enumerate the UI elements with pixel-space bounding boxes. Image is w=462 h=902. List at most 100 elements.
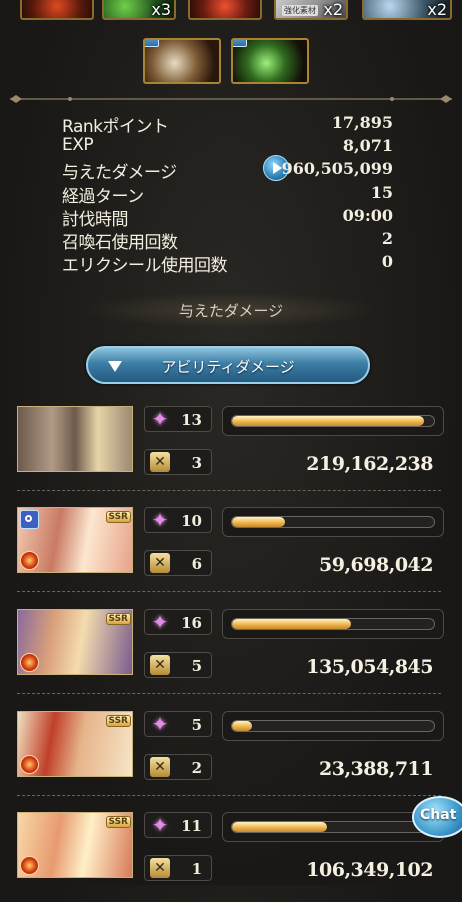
swords-icon: ✕ bbox=[150, 553, 170, 573]
chat-button[interactable]: Chat bbox=[412, 796, 462, 838]
charge-attack-count: ✦ 10 bbox=[144, 507, 212, 533]
sparkle-icon: ✦ bbox=[151, 610, 169, 634]
damage-bar-track bbox=[231, 516, 435, 528]
character-row: SSR ✦ 11 ✕ 1 106,349,102 bbox=[17, 812, 445, 902]
result-stats: Rankポイント 17,895 EXP 8,071 与えたダメージ 960,50… bbox=[62, 112, 396, 277]
character-row: SSR ✦ 5 ✕ 2 23,388,711 bbox=[17, 711, 445, 801]
damage-bar bbox=[222, 609, 444, 639]
character-portrait[interactable]: SSR bbox=[17, 609, 133, 675]
swords-icon: ✕ bbox=[150, 757, 170, 777]
damage-bar-fill bbox=[232, 721, 253, 731]
stat-label: Rankポイント bbox=[62, 117, 169, 137]
stat-value: 17,895 bbox=[331, 113, 393, 132]
stat-elixir-uses: エリクシール使用回数 0 bbox=[62, 251, 396, 277]
fire-element-icon bbox=[20, 856, 39, 875]
reward-tag: 強化素材 bbox=[282, 5, 318, 16]
charge-attack-count: ✦ 16 bbox=[144, 609, 212, 635]
row-divider bbox=[17, 693, 441, 694]
skill-value: 1 bbox=[191, 860, 202, 878]
charge-attack-value: 10 bbox=[181, 512, 202, 530]
damage-bar-track bbox=[231, 415, 435, 427]
charge-attack-count: ✦ 11 bbox=[144, 812, 212, 838]
damage-bar-track bbox=[231, 720, 435, 732]
sparkle-icon: ✦ bbox=[151, 712, 169, 736]
swords-icon: ✕ bbox=[150, 858, 170, 878]
damage-value: 106,349,102 bbox=[306, 859, 433, 881]
reward-qty: x2 bbox=[323, 0, 343, 19]
character-portrait[interactable]: SSR bbox=[17, 711, 133, 777]
skill-value: 6 bbox=[191, 555, 202, 573]
stat-value: 8,071 bbox=[342, 136, 393, 156]
stat-label: EXP bbox=[62, 135, 94, 156]
stat-value: 0 bbox=[381, 252, 393, 272]
reward-item[interactable] bbox=[20, 0, 94, 20]
charge-attack-count: ✦ 5 bbox=[144, 711, 212, 737]
treasure-chest-icon bbox=[145, 40, 159, 47]
skill-count: ✕ 6 bbox=[144, 550, 212, 576]
damage-bar bbox=[222, 507, 444, 537]
reward-item[interactable] bbox=[188, 0, 262, 20]
character-portrait[interactable] bbox=[17, 406, 133, 472]
stat-label: エリクシール使用回数 bbox=[62, 256, 228, 277]
reward-item[interactable]: x3 bbox=[102, 0, 176, 20]
damage-value: 135,054,845 bbox=[306, 656, 433, 678]
ssr-badge: SSR bbox=[105, 715, 131, 727]
damage-bar-fill bbox=[232, 822, 327, 832]
character-row: SSR ✦ 10 ✕ 6 59,698,042 bbox=[17, 507, 445, 597]
stat-damage-dealt: 与えたダメージ 960,505,099 bbox=[62, 155, 396, 184]
fire-element-icon bbox=[20, 551, 39, 570]
skill-value: 5 bbox=[191, 657, 202, 675]
sparkle-icon: ✦ bbox=[151, 508, 169, 532]
stat-value: 15 bbox=[370, 182, 393, 202]
stat-label: 討伐時間 bbox=[62, 209, 129, 230]
dropdown-label: アビリティダメージ bbox=[161, 358, 295, 376]
fire-element-icon bbox=[20, 653, 39, 672]
reward-item[interactable]: x2 bbox=[362, 0, 452, 20]
damage-value: 23,388,711 bbox=[319, 758, 434, 780]
charge-attack-value: 5 bbox=[191, 716, 202, 734]
character-row: ✦ 13 ✕ 3 219,162,238 bbox=[17, 406, 445, 496]
stat-label: 経過ターン bbox=[62, 186, 144, 207]
skill-value: 3 bbox=[191, 454, 202, 472]
row-divider bbox=[17, 591, 441, 592]
stat-label: 召喚石使用回数 bbox=[62, 232, 178, 253]
row-divider bbox=[17, 490, 441, 491]
charge-attack-value: 16 bbox=[181, 614, 202, 632]
swords-icon: ✕ bbox=[150, 655, 170, 675]
damage-bar-track bbox=[231, 821, 435, 833]
sparkle-icon: ✦ bbox=[151, 813, 169, 837]
swords-icon: ✕ bbox=[150, 452, 170, 472]
ssr-badge: SSR bbox=[105, 613, 131, 625]
character-portrait[interactable]: SSR bbox=[17, 507, 133, 573]
damage-bar-fill bbox=[232, 517, 285, 527]
damage-bar-fill bbox=[232, 619, 352, 629]
ssr-badge: SSR bbox=[105, 511, 131, 523]
damage-bar bbox=[222, 812, 444, 842]
section-title: 与えたダメージ bbox=[178, 302, 284, 320]
damage-bar-track bbox=[231, 618, 435, 630]
stat-value: 09:00 bbox=[342, 205, 393, 225]
charge-attack-value: 11 bbox=[181, 817, 202, 835]
reward-item-scroll[interactable] bbox=[143, 38, 221, 84]
divider-ornament bbox=[10, 95, 452, 103]
stat-clear-time: 討伐時間 09:00 bbox=[62, 205, 396, 230]
stat-value: 2 bbox=[381, 228, 393, 248]
reward-item-orb[interactable] bbox=[231, 38, 309, 84]
character-portrait[interactable]: SSR bbox=[17, 812, 133, 878]
skill-count: ✕ 3 bbox=[144, 449, 212, 475]
damage-type-dropdown[interactable]: アビリティダメージ bbox=[86, 346, 370, 384]
reward-strip-top: x3 強化素材 x2 x2 bbox=[0, 0, 462, 22]
stat-exp: EXP 8,071 bbox=[62, 135, 396, 158]
reward-strip-bottom bbox=[143, 38, 313, 86]
stat-label: 与えたダメージ bbox=[62, 163, 177, 184]
sparkle-icon: ✦ bbox=[151, 407, 169, 431]
ssr-badge: SSR bbox=[105, 816, 131, 828]
damage-bar bbox=[222, 406, 444, 436]
skill-count: ✕ 5 bbox=[144, 652, 212, 678]
damage-bar bbox=[222, 711, 444, 741]
reward-qty: x3 bbox=[151, 0, 171, 19]
skill-count: ✕ 1 bbox=[144, 855, 212, 881]
skill-value: 2 bbox=[191, 759, 202, 777]
stat-rank-points: Rankポイント 17,895 bbox=[62, 112, 396, 137]
reward-item[interactable]: 強化素材 x2 bbox=[274, 0, 348, 20]
